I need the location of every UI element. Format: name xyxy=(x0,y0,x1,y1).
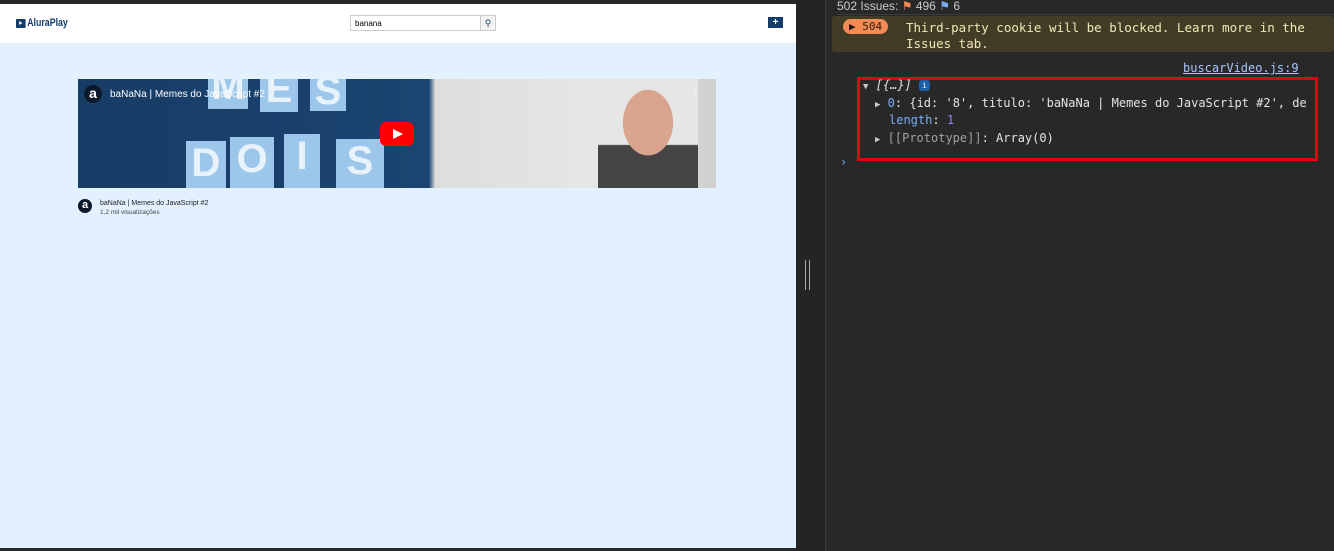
log-item-0[interactable]: ▶ 0: {id: '8', titulo: 'baNaNa | Memes d… xyxy=(875,96,1307,110)
log-length: length: 1 xyxy=(889,113,955,127)
expand-down-icon: ▼ xyxy=(863,82,869,92)
channel-avatar[interactable]: a xyxy=(84,85,102,103)
channel-avatar: a xyxy=(78,199,92,213)
presenter-image xyxy=(598,79,698,188)
length-key: length xyxy=(889,113,933,127)
devtools-console: 502 Issues: ⚑ 496 ⚑ 6 ▶ 504 Third-party … xyxy=(827,0,1334,551)
thumb-letter: I xyxy=(284,134,320,188)
video-info: a baNaNa | Memes do JavaScript #2 1,2 mil… xyxy=(78,198,208,216)
thumb-letter: D xyxy=(186,141,226,188)
log-prototype[interactable]: ▶ [[Prototype]]: Array(0) xyxy=(875,131,1054,145)
search-input[interactable] xyxy=(351,16,480,30)
item-key: 0 xyxy=(887,96,895,110)
expand-right-icon: ▶ xyxy=(875,135,881,145)
thumb-letter: S xyxy=(310,79,346,113)
logo[interactable]: AluraPlay xyxy=(16,17,68,29)
video-embed[interactable]: M E S D O I S a baNaNa | Memes do JavaSc… xyxy=(78,79,716,188)
prototype-key: [[Prototype]] xyxy=(887,131,982,145)
video-title[interactable]: baNaNa | Memes do JavaScript #2 xyxy=(100,198,208,209)
warning-count: 504 xyxy=(862,20,883,33)
devtools-splitter[interactable] xyxy=(796,0,826,551)
warning-text: Third-party cookie will be blocked. Lear… xyxy=(906,20,1305,51)
thumb-letter: S xyxy=(336,139,384,188)
video-views: 1,2 mil visualizações xyxy=(100,209,160,216)
aluraplay-page: AluraPlay ⚲ + M E S D O I S a baNaNa | M… xyxy=(0,4,796,548)
video-embed-title[interactable]: baNaNa | Memes do JavaScript #2 xyxy=(110,89,265,100)
more-options-icon[interactable]: ⋮ xyxy=(690,87,700,98)
item-preview: {id: '8', titulo: 'baNaNa | Memes do Jav… xyxy=(909,96,1307,110)
issues-warn-count: 496 xyxy=(915,0,936,13)
issues-info-count: 6 xyxy=(953,0,960,13)
length-value: 1 xyxy=(946,113,955,127)
thumb-letter: E xyxy=(260,79,298,112)
resize-handle[interactable] xyxy=(805,260,810,290)
issues-counter[interactable]: 502 Issues: ⚑ 496 ⚑ 6 xyxy=(837,0,1334,15)
warning-flag-icon: ⚑ xyxy=(901,0,913,13)
thumb-letter: O xyxy=(230,137,274,188)
array-summary: [{…}] xyxy=(875,78,912,92)
source-link[interactable]: buscarVideo.js:9 xyxy=(1183,61,1299,75)
search-bar: ⚲ xyxy=(350,15,496,31)
info-icon: i xyxy=(919,80,931,91)
warning-count-badge[interactable]: ▶ 504 xyxy=(843,19,889,34)
info-flag-icon: ⚑ xyxy=(939,0,950,13)
prototype-value: Array(0) xyxy=(996,131,1054,145)
video-plus-icon[interactable]: + xyxy=(768,17,783,28)
console-warning: ▶ 504 Third-party cookie will be blocked… xyxy=(832,16,1334,52)
camera-icon xyxy=(16,18,26,28)
log-array-summary[interactable]: ▼ [{…}] i xyxy=(863,78,931,92)
search-icon[interactable]: ⚲ xyxy=(480,16,495,30)
header: AluraPlay ⚲ + xyxy=(0,4,796,43)
issues-label: 502 Issues: xyxy=(837,0,899,13)
console-prompt[interactable]: › xyxy=(840,155,847,169)
play-button[interactable] xyxy=(380,122,414,146)
expand-right-icon: ▶ xyxy=(875,100,881,110)
logo-text: AluraPlay xyxy=(27,17,68,29)
